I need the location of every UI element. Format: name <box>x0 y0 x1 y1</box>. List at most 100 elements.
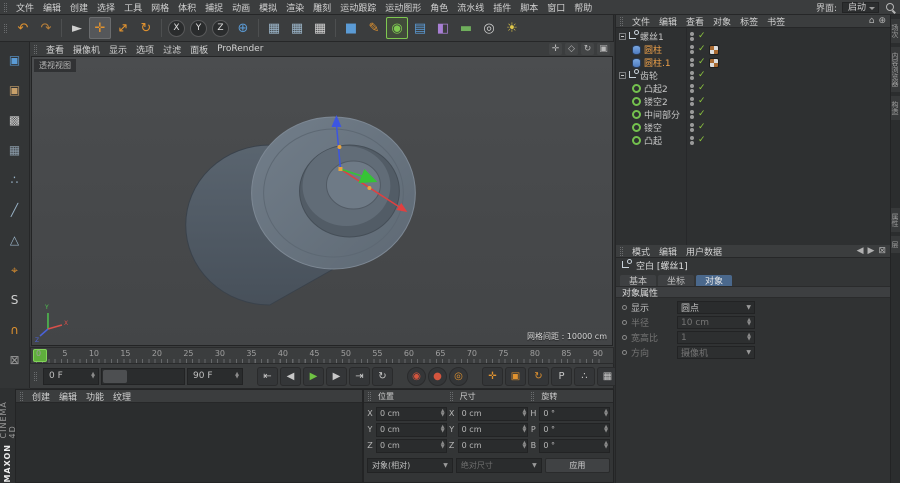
visibility-dots[interactable] <box>690 32 694 41</box>
stepper-icon[interactable]: ▲ ▼ <box>441 425 445 433</box>
view-label[interactable]: 透视视图 <box>34 59 76 72</box>
visibility-dots[interactable] <box>690 97 694 106</box>
timeline-ruler[interactable]: 0 5 10 15 20 25 30 35 40 45 50 55 60 65 … <box>31 348 613 363</box>
home-icon[interactable]: ⌂ <box>869 16 875 26</box>
scroll-to-active-icon[interactable]: ⊕ <box>878 16 886 26</box>
collapse-icon[interactable] <box>619 33 626 40</box>
size-mode-dropdown[interactable]: 绝对尺寸 ▼ <box>455 458 542 473</box>
menu-animate[interactable]: 动画 <box>228 0 254 15</box>
record-keyframe-button[interactable]: ◉ <box>407 366 426 386</box>
enabled-check-icon[interactable] <box>698 97 706 106</box>
next-frame-button[interactable]: ▶ <box>326 366 347 386</box>
lock-icon[interactable]: ⊠ <box>878 246 886 256</box>
key-pla-toggle[interactable]: ∴ <box>574 366 595 386</box>
enabled-check-icon[interactable] <box>698 45 706 54</box>
tree-row-hollow[interactable]: 镂空 <box>616 121 890 134</box>
polygons-mode-icon[interactable]: △ <box>5 230 25 250</box>
array-object-icon[interactable]: ▤ <box>409 17 431 39</box>
make-editable-icon[interactable]: ▣ <box>5 50 25 70</box>
pos-z-field[interactable]: 0 cm ▲ ▼ <box>376 438 447 453</box>
vp-menu-panel[interactable]: 面板 <box>186 43 212 56</box>
subdivision-surface-icon[interactable]: ◉ <box>386 17 408 39</box>
menu-edit[interactable]: 编辑 <box>39 0 65 15</box>
radius-field[interactable]: 10 cm ▲ ▼ <box>677 316 755 329</box>
tree-row-gear[interactable]: 齿轮 <box>616 69 890 82</box>
rot-p-field[interactable]: 0 ° ▲ ▼ <box>539 422 610 437</box>
mm-menu-texture[interactable]: 纹理 <box>109 389 135 404</box>
menu-select[interactable]: 选择 <box>93 0 119 15</box>
menu-pipeline[interactable]: 流水线 <box>453 0 488 15</box>
key-rotation-toggle[interactable]: ↻ <box>528 366 549 386</box>
stepper-icon[interactable]: ▲ ▼ <box>522 441 526 449</box>
visibility-dots[interactable] <box>690 45 694 54</box>
enabled-check-icon[interactable] <box>698 32 706 41</box>
stepper-icon[interactable]: ▲ ▼ <box>522 409 526 417</box>
enabled-check-icon[interactable] <box>698 136 706 145</box>
viewport-rotate-icon[interactable]: ↻ <box>581 43 594 55</box>
vp-menu-filter[interactable]: 过滤 <box>159 43 185 56</box>
menu-sculpt[interactable]: 雕刻 <box>309 0 335 15</box>
light-object-icon[interactable]: ☀ <box>501 17 523 39</box>
current-frame-field[interactable]: 0 F ▲ ▼ <box>43 367 99 385</box>
play-button[interactable]: ▶ <box>303 366 324 386</box>
menu-file[interactable]: 文件 <box>12 0 38 15</box>
range-slider-handle[interactable] <box>103 369 127 383</box>
am-menu-edit[interactable]: 编辑 <box>655 245 681 258</box>
lock-z-axis-icon[interactable]: Z <box>212 19 229 37</box>
prop-bullet-icon[interactable] <box>622 320 627 325</box>
pos-x-field[interactable]: 0 cm ▲ ▼ <box>376 406 447 421</box>
floor-object-icon[interactable]: ▬ <box>455 17 477 39</box>
stepper-icon[interactable]: ▲ ▼ <box>747 318 751 326</box>
key-scale-toggle[interactable]: ▣ <box>505 366 526 386</box>
dock-tab-content-browser[interactable]: 内容浏览器 <box>891 47 900 92</box>
visibility-dots[interactable] <box>690 123 694 132</box>
loop-playback-button[interactable]: ↻ <box>372 366 393 386</box>
undo-icon[interactable]: ↶ <box>12 17 34 39</box>
rot-h-field[interactable]: 0 ° ▲ ▼ <box>539 406 610 421</box>
autokeying-button[interactable]: ● <box>428 366 447 386</box>
om-menu-objects[interactable]: 对象 <box>709 15 735 28</box>
size-y-field[interactable]: 0 cm ▲ ▼ <box>457 422 529 437</box>
key-position-toggle[interactable]: ✛ <box>482 366 503 386</box>
tree-row-bulge2[interactable]: 凸起2 <box>616 82 890 95</box>
camera-object-icon[interactable]: ◎ <box>478 17 500 39</box>
viewport-zoom-icon[interactable]: ◇ <box>565 43 578 55</box>
frame-range-slider[interactable] <box>101 367 185 385</box>
am-menu-userdata[interactable]: 用户数据 <box>682 245 726 258</box>
stepper-icon[interactable]: ▲ ▼ <box>604 441 608 449</box>
menu-script[interactable]: 脚本 <box>516 0 542 15</box>
om-menu-tags[interactable]: 标签 <box>736 15 762 28</box>
stepper-icon[interactable]: ▲ ▼ <box>747 333 751 341</box>
enabled-check-icon[interactable] <box>698 110 706 119</box>
prop-bullet-icon[interactable] <box>622 335 627 340</box>
aspect-ratio-field[interactable]: 1 ▲ ▼ <box>677 331 755 344</box>
stepper-icon[interactable]: ▲ ▼ <box>235 371 239 380</box>
keyframe-selection-button[interactable]: ◎ <box>449 366 468 386</box>
menu-motion-tracker[interactable]: 运动跟踪 <box>336 0 380 15</box>
interface-select[interactable]: 启动 <box>841 1 879 13</box>
om-menu-edit[interactable]: 编辑 <box>655 15 681 28</box>
goto-end-button[interactable]: ⇥ <box>349 366 370 386</box>
mm-menu-create[interactable]: 创建 <box>28 389 54 404</box>
orientation-dropdown[interactable]: 摄像机 ▼ <box>677 346 755 359</box>
vp-menu-prorender[interactable]: ProRender <box>213 44 267 54</box>
mm-menu-function[interactable]: 功能 <box>82 389 108 404</box>
menu-snap[interactable]: 捕捉 <box>201 0 227 15</box>
enabled-check-icon[interactable] <box>698 84 706 93</box>
visibility-dots[interactable] <box>690 136 694 145</box>
menu-simulate[interactable]: 模拟 <box>255 0 281 15</box>
history-forward-icon[interactable]: ▶ <box>868 246 875 256</box>
history-back-icon[interactable]: ◀ <box>857 246 864 256</box>
dock-tab-layers[interactable]: 层 <box>891 236 900 253</box>
display-dropdown[interactable]: 圆点 ▼ <box>677 301 755 314</box>
tree-row-cylinder-1[interactable]: 圆柱.1 <box>616 56 890 69</box>
enable-axis-icon[interactable]: ⌖ <box>5 260 25 280</box>
enable-snap-icon[interactable]: ∩ <box>5 320 25 340</box>
key-parameter-toggle[interactable]: P <box>551 366 572 386</box>
add-cube-icon[interactable]: ■ <box>340 17 362 39</box>
collapse-icon[interactable] <box>619 72 626 79</box>
menu-tools[interactable]: 工具 <box>120 0 146 15</box>
stepper-icon[interactable]: ▲ ▼ <box>604 409 608 417</box>
stepper-icon[interactable]: ▲ ▼ <box>441 409 445 417</box>
vp-menu-camera[interactable]: 摄像机 <box>69 43 104 56</box>
